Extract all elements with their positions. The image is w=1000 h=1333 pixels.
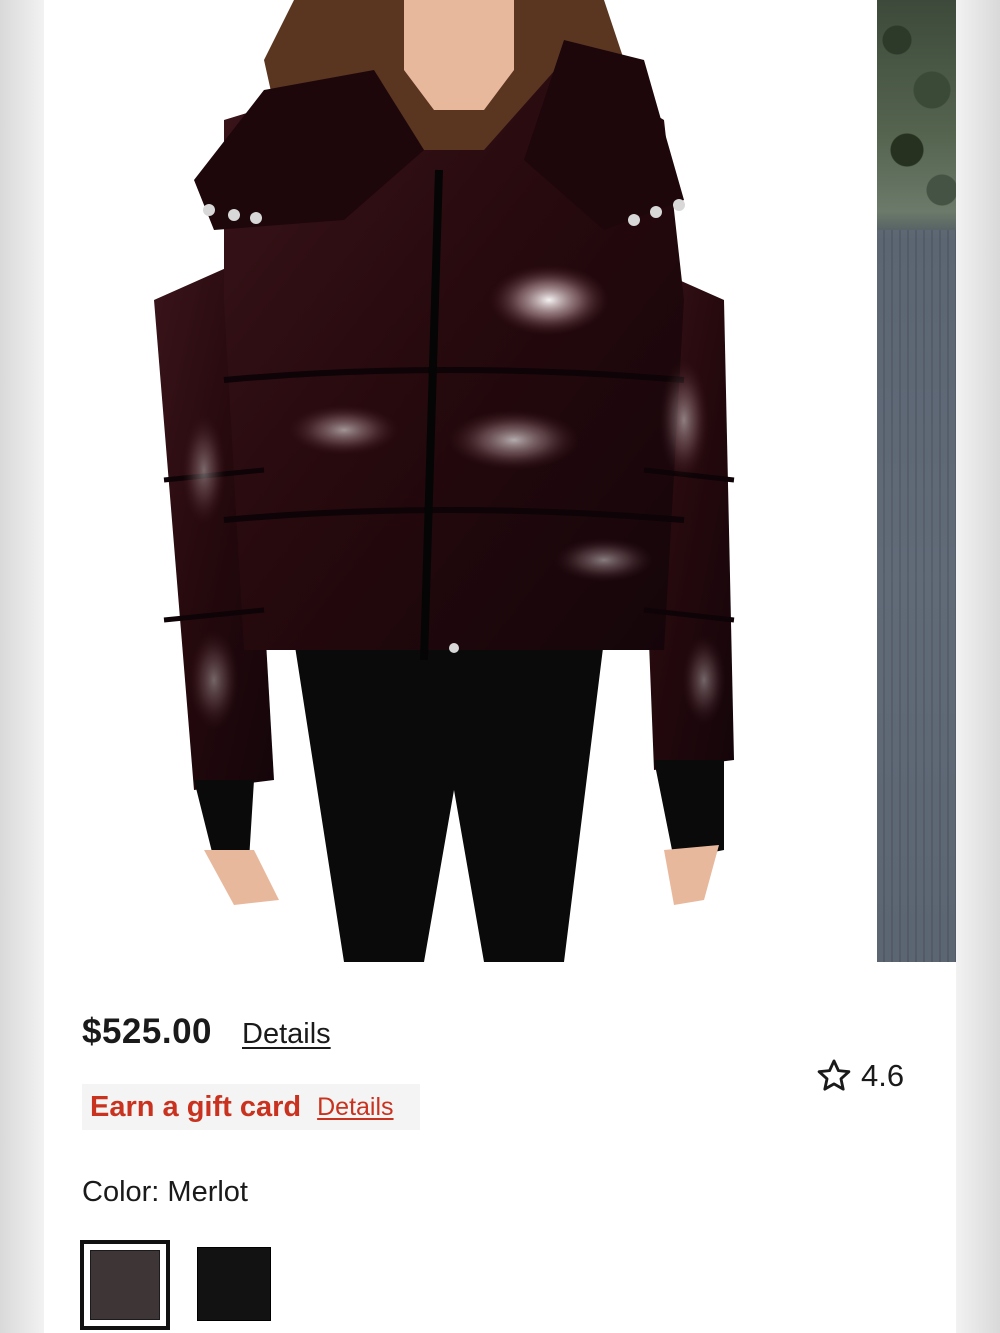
color-label: Color: Merlot [82,1176,248,1208]
product-page: $525.00 Details 4.6 Earn a gift card Det… [0,0,1000,1333]
star-outline-icon [817,1059,851,1091]
next-image-foliage [877,0,956,230]
left-gutter [0,0,44,1333]
swatch-black[interactable] [197,1247,271,1321]
gift-card-details-link[interactable]: Details [317,1093,393,1122]
product-image-next[interactable] [877,0,956,962]
product-photo [154,0,735,962]
swatch-merlot[interactable] [80,1240,170,1330]
rating-value: 4.6 [861,1058,905,1093]
product-image-main[interactable] [44,0,864,962]
gift-card-text: Earn a gift card [90,1090,302,1123]
next-image-siding [877,230,956,962]
product-image-carousel[interactable] [44,0,956,962]
right-gutter [956,0,1000,1333]
gift-card-banner: Earn a gift card Details [82,1084,420,1130]
price-details-link[interactable]: Details [242,1018,331,1051]
swatch-merlot-fill [90,1250,160,1320]
product-rating[interactable]: 4.6 [815,1056,904,1096]
product-price: $525.00 [82,1012,213,1051]
